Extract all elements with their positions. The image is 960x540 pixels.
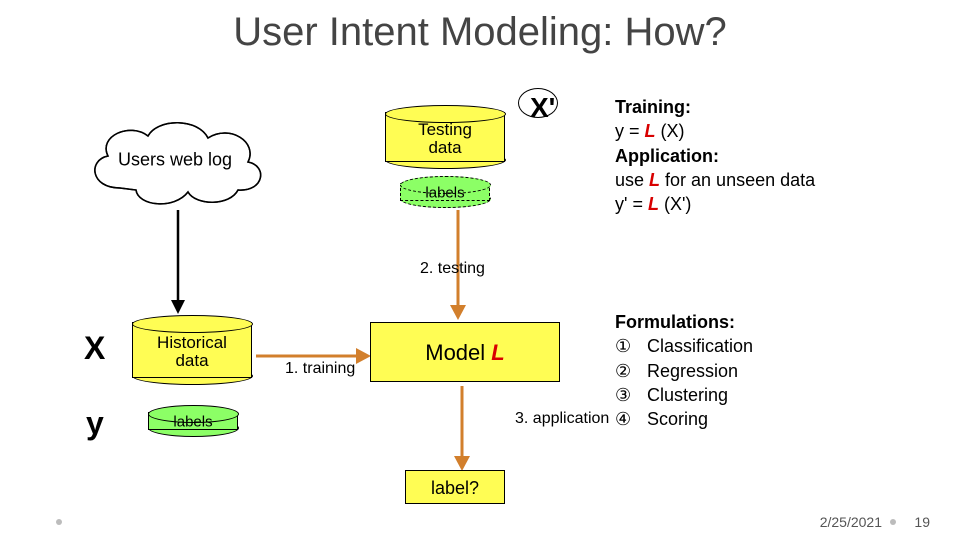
arrow-model-to-label <box>452 386 472 476</box>
training-eq1: y = L (X) <box>615 119 935 143</box>
footer-date: 2/25/2021 <box>820 514 882 530</box>
historical-data-text: Historicaldata <box>133 334 251 370</box>
cloud-label: Users web log <box>118 150 232 171</box>
footer-left-dot-icon <box>56 519 62 525</box>
labels-train-text: labels <box>149 413 237 430</box>
formulations-heading: Formulations: <box>615 312 735 332</box>
label-q-box: label? <box>405 470 505 504</box>
formulations-item-3: ③ Clustering <box>615 383 935 407</box>
application-heading: Application: <box>615 146 719 166</box>
x-prime-label: X' <box>530 92 555 124</box>
training-heading: Training: <box>615 97 691 117</box>
labels-test-text: labels <box>401 184 489 201</box>
formulations-item-2: ② Regression <box>615 359 935 383</box>
users-web-log-cloud: Users web log <box>80 110 270 210</box>
formulations-item-4: ④ Scoring <box>615 407 935 431</box>
testing-data-cylinder: Testingdata <box>385 112 505 162</box>
flow-testing-label: 2. testing <box>420 260 485 278</box>
flow-application-label: 3. application <box>515 410 609 428</box>
application-line: use L for an unseen data <box>615 168 935 192</box>
application-eq: y' = L (X') <box>615 192 935 216</box>
historical-data-cylinder: Historicaldata <box>132 322 252 378</box>
labels-test-cylinder: labels <box>400 183 490 201</box>
formulations-panel: Formulations: ① Classification ② Regress… <box>615 310 935 431</box>
footer-dot-icon <box>890 519 896 525</box>
labels-train-cylinder: labels <box>148 412 238 430</box>
testing-data-text: Testingdata <box>386 121 504 157</box>
x-train-label: X <box>84 330 105 367</box>
footer-page-number: 19 <box>914 514 930 530</box>
slide-title: User Intent Modeling: How? <box>0 10 960 55</box>
formulations-item-1: ① Classification <box>615 334 935 358</box>
model-l-text: Model L <box>425 340 505 365</box>
y-train-label: y <box>86 405 104 442</box>
flow-training-label: 1. training <box>285 360 355 378</box>
model-l-box: Model L <box>370 322 560 382</box>
training-text-panel: Training: y = L (X) Application: use L f… <box>615 95 935 216</box>
arrow-cloud-to-historical <box>168 210 188 320</box>
